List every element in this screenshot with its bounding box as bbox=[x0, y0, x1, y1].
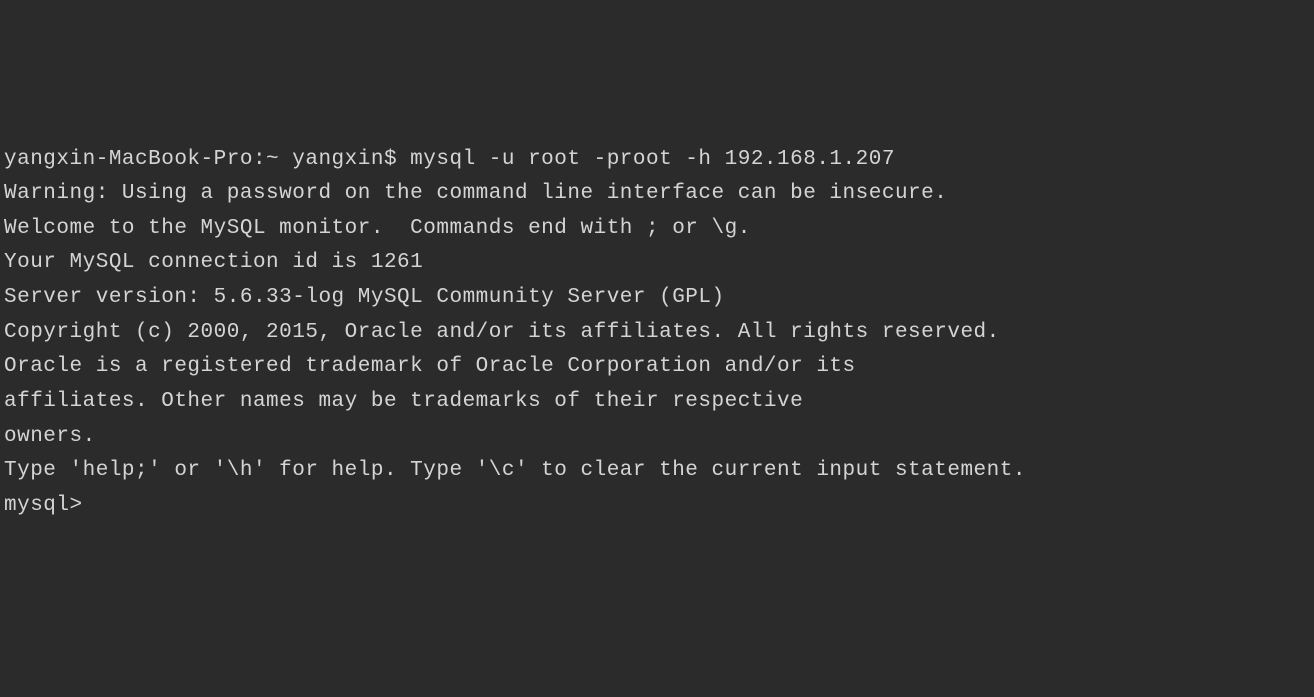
terminal-line-trademark: owners. bbox=[4, 420, 1310, 455]
terminal-line-help: Type 'help;' or '\h' for help. Type '\c'… bbox=[4, 454, 1310, 489]
terminal-line-server-version: Server version: 5.6.33-log MySQL Communi… bbox=[4, 281, 1310, 316]
terminal-line-warning: Warning: Using a password on the command… bbox=[4, 177, 1310, 212]
terminal-line-command: yangxin-MacBook-Pro:~ yangxin$ mysql -u … bbox=[4, 143, 1310, 178]
terminal-line-copyright: Copyright (c) 2000, 2015, Oracle and/or … bbox=[4, 316, 1310, 351]
mysql-prompt[interactable]: mysql> bbox=[4, 494, 96, 517]
terminal-line-welcome: Welcome to the MySQL monitor. Commands e… bbox=[4, 212, 1310, 247]
terminal-line-trademark: affiliates. Other names may be trademark… bbox=[4, 385, 1310, 420]
terminal-line-trademark: Oracle is a registered trademark of Orac… bbox=[4, 350, 1310, 385]
terminal-line-connection-id: Your MySQL connection id is 1261 bbox=[4, 246, 1310, 281]
terminal-window[interactable]: yangxin-MacBook-Pro:~ yangxin$ mysql -u … bbox=[4, 143, 1310, 524]
